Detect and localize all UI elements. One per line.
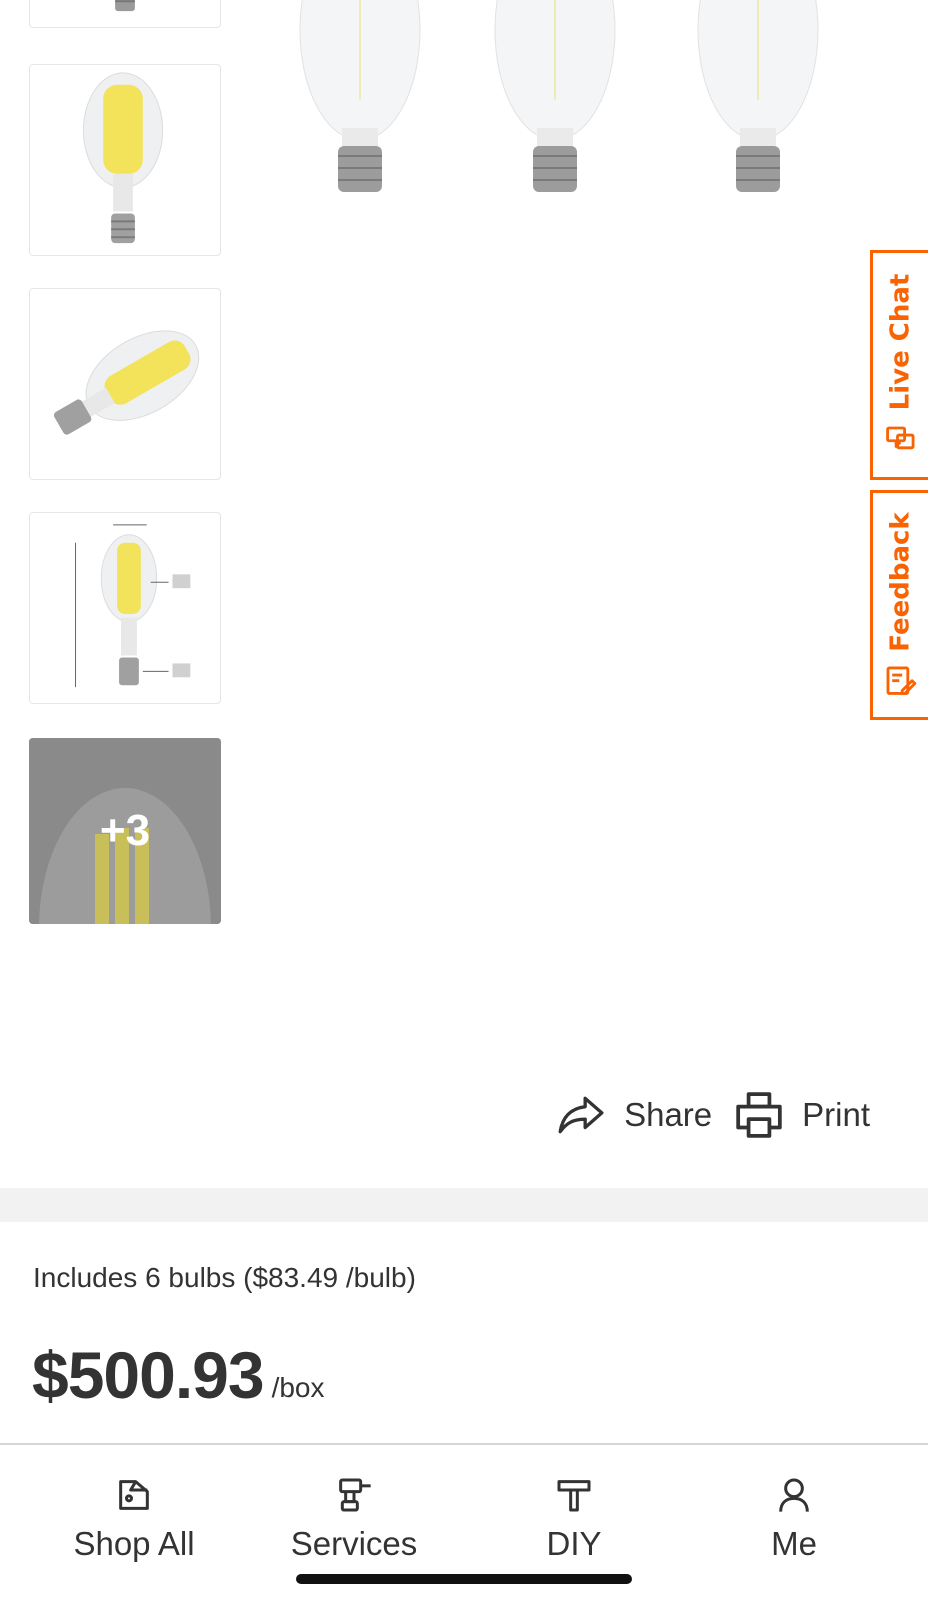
thumbnail-more[interactable]: +3 xyxy=(29,738,221,924)
chat-bubbles-icon xyxy=(886,426,915,450)
nav-shop-all-label: Shop All xyxy=(73,1525,195,1562)
nav-diy-label: DIY xyxy=(546,1525,602,1562)
print-label: Print xyxy=(802,1096,870,1133)
bulb-group-image xyxy=(299,0,819,192)
nav-services[interactable]: Services xyxy=(254,1475,454,1563)
price-block: $500.93 /box xyxy=(32,1342,325,1408)
main-product-image[interactable] xyxy=(280,0,870,215)
bulb-count-note: Includes 6 bulbs ($83.49 /bulb) xyxy=(33,1262,416,1293)
person-icon xyxy=(779,1478,809,1512)
product-price: $500.93 xyxy=(32,1338,265,1412)
bulb-thumbnail-image xyxy=(82,72,164,244)
thumbnail-2[interactable] xyxy=(29,64,221,256)
bulb-thumbnail-image xyxy=(115,0,135,12)
home-indicator xyxy=(296,1574,632,1584)
feedback-tab[interactable]: Feedback xyxy=(870,490,928,720)
feedback-edit-icon xyxy=(886,666,917,695)
share-label: Share xyxy=(624,1096,713,1133)
share-arrow-icon xyxy=(558,1096,604,1134)
section-divider xyxy=(0,1188,928,1222)
print-button[interactable]: Print xyxy=(734,1090,870,1140)
share-button[interactable]: Share xyxy=(556,1090,712,1140)
thumbnail-4[interactable] xyxy=(29,512,221,704)
share-print-actions: Share Print xyxy=(556,1090,870,1140)
drill-icon xyxy=(339,1478,371,1512)
nav-me-label: Me xyxy=(771,1525,817,1562)
shopping-tag-icon xyxy=(119,1480,149,1510)
nav-shop-all[interactable]: Shop All xyxy=(34,1475,234,1563)
hammer-icon xyxy=(557,1480,591,1512)
dimension-diagram-image xyxy=(75,524,191,688)
feedback-label: Feedback xyxy=(885,512,916,652)
thumbnail-3[interactable] xyxy=(29,288,221,480)
thumbnail-1[interactable] xyxy=(29,0,221,28)
live-chat-tab[interactable]: Live Chat xyxy=(870,250,928,480)
printer-icon xyxy=(736,1092,782,1138)
nav-services-label: Services xyxy=(290,1525,418,1562)
price-unit: /box xyxy=(271,1372,325,1403)
more-images-count: +3 xyxy=(99,806,151,855)
bulb-thumbnail-image xyxy=(53,330,200,435)
nav-me[interactable]: Me xyxy=(694,1475,894,1563)
live-chat-label: Live Chat xyxy=(885,273,916,411)
nav-diy[interactable]: DIY xyxy=(474,1475,674,1563)
